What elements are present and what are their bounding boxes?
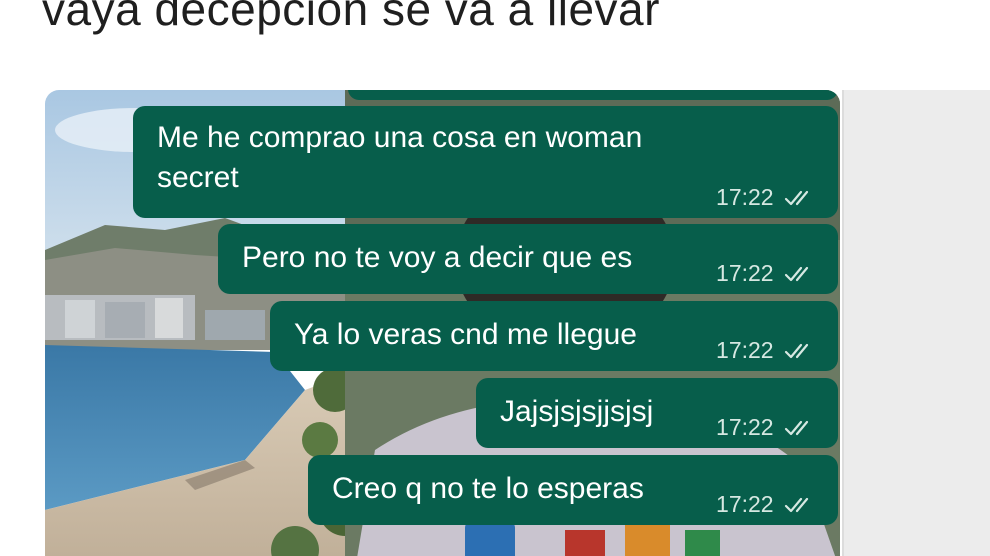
chat-message-bubble[interactable]: Jajsjsjsjjsjsj 17:22 [476,378,838,448]
message-meta: 17:22 [716,260,818,286]
double-check-icon [784,343,809,359]
chat-message-bubble[interactable]: Creo q no te lo esperas 17:22 [308,455,838,525]
message-text: Pero no te voy a decir que es [242,241,633,274]
chat-message-bubble[interactable]: Me he comprao una cosa en woman secret 1… [133,106,838,218]
message-text-line: Me he comprao una cosa en woman [157,121,643,154]
message-meta: 17:22 [716,414,818,440]
double-check-icon [784,266,809,282]
message-time: 17:22 [716,491,774,517]
message-text: Jajsjsjsjjsjsj [500,395,654,428]
message-text: Ya lo veras cnd me llegue [294,318,637,351]
message-text-line: secret [157,161,239,194]
tweet-image-page: vaya decepcion se va a llevar Me he comp… [0,0,990,556]
tweet-caption: vaya decepcion se va a llevar [42,0,660,35]
message-text: Me he comprao una cosa en woman secret [157,118,642,198]
message-time: 17:22 [716,260,774,286]
message-meta: 17:22 [716,491,818,517]
chat-message-bubble[interactable]: Pero no te voy a decir que es 17:22 [218,224,838,294]
double-check-icon [784,497,809,513]
chat-message-bubble[interactable]: Ya lo veras cnd me llegue 17:22 [270,301,838,371]
message-time: 17:22 [716,414,774,440]
double-check-icon [784,190,809,206]
double-check-icon [784,420,809,436]
previous-message-bubble-edge [348,90,838,100]
message-time: 17:22 [716,184,774,210]
chat-screenshot: Me he comprao una cosa en woman secret 1… [45,90,840,556]
message-text: Creo q no te lo esperas [332,472,644,505]
message-meta: 17:22 [716,337,818,363]
right-panel [842,90,990,556]
message-meta: 17:22 [716,184,818,210]
message-time: 17:22 [716,337,774,363]
